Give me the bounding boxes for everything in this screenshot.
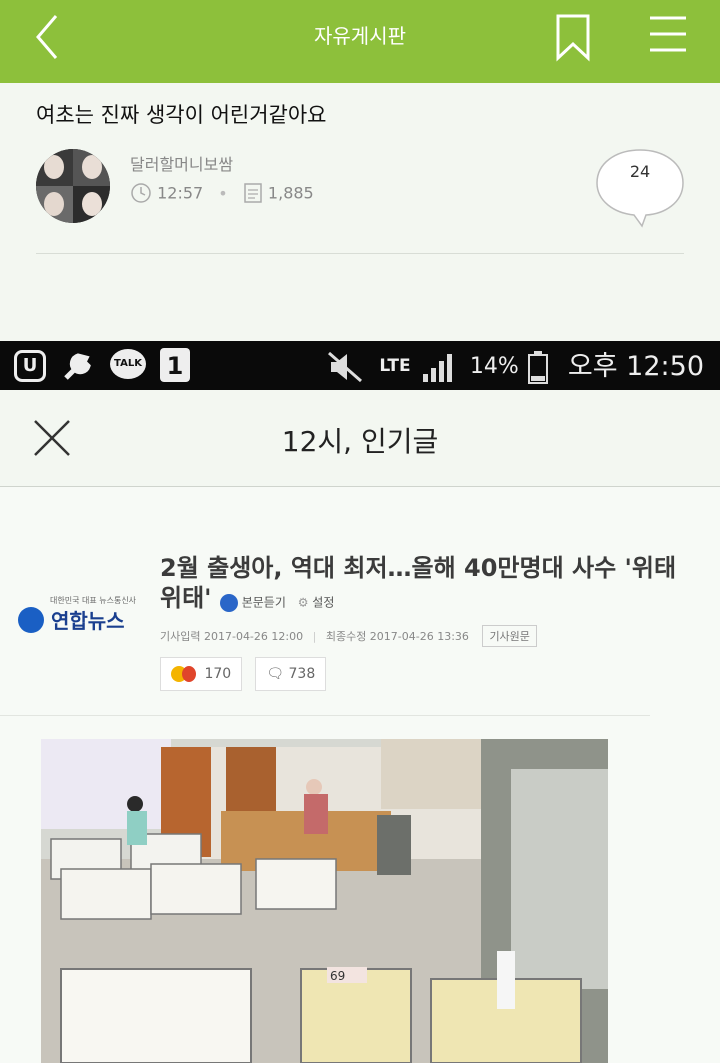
status-time: 오후 12:50 [567, 351, 704, 382]
comment-bubble-icon[interactable] [594, 148, 686, 228]
signal-icon [423, 353, 453, 382]
reaction-count: 170 [204, 666, 232, 682]
avatar[interactable] [36, 149, 110, 223]
speech-bubble-icon: 🗨 [266, 666, 285, 682]
post-header: 여초는 진짜 생각이 어린거같아요 달러할머니보쌈 12:57 • 1,885 … [0, 83, 720, 341]
menu-icon[interactable] [644, 12, 694, 62]
post-title: 여초는 진짜 생각이 어린거같아요 [36, 103, 327, 127]
divider [36, 253, 684, 254]
listen-button[interactable]: 본문듣기 [219, 593, 290, 612]
meta-dot: • [218, 183, 228, 203]
article-comment-count: 738 [288, 666, 316, 682]
mute-icon [327, 351, 362, 382]
article-dates: 기사입력 2017-04-26 12:00 | 최종수정 2017-04-26 … [160, 625, 537, 647]
bookmark-icon[interactable] [548, 12, 598, 62]
nursery-photo[interactable]: 69 [41, 739, 608, 1063]
battery-percent: 14% [469, 354, 519, 379]
u-plus-icon: U [14, 350, 46, 382]
status-bar: U TALK 1 LTE 14% 오후 12:50 [0, 341, 720, 390]
post-meta: 12:57 • 1,885 [130, 182, 314, 206]
status-right: LTE 14% 오후 12:50 [327, 341, 704, 390]
bassinet-number: 69 [330, 969, 345, 983]
app-header: 자유게시판 [0, 0, 720, 83]
network-type: LTE [379, 356, 411, 376]
settings-label: 설정 [312, 595, 335, 610]
comments-button[interactable]: 🗨 738 [255, 657, 327, 691]
wrench-icon [64, 353, 91, 380]
document-icon [244, 183, 262, 203]
yonhap-logo-icon [18, 606, 44, 633]
reaction-button[interactable]: 170 [160, 657, 243, 691]
post-views: 1,885 [267, 183, 314, 203]
speaker-icon [219, 593, 238, 612]
talk-icon: TALK [110, 349, 146, 379]
clock-icon [131, 183, 151, 203]
gear-icon: ⚙ [297, 595, 309, 610]
news-source-name: 연합뉴스 [50, 609, 125, 633]
article-headline: 2월 출생아, 역대 최저…올해 40만명대 사수 '위태위태' 본문듣기 ⚙ … [160, 553, 680, 618]
article-input-date: 기사입력 2017-04-26 12:00 [160, 630, 304, 643]
popular-title: 12시, 인기글 [281, 425, 439, 458]
news-source-logo: 연합뉴스 대한민국 대표 뉴스통신사 [18, 596, 136, 634]
settings-button[interactable]: ⚙ 설정 [297, 595, 335, 610]
author-name[interactable]: 달러할머니보쌈 [130, 151, 233, 175]
one-store-icon: 1 [160, 348, 190, 382]
article-modified-date: 최종수정 2017-04-26 13:36 [325, 630, 469, 643]
popular-header: 12시, 인기글 [0, 390, 720, 487]
board-title: 자유게시판 [314, 24, 406, 48]
angry-emoji-icon [182, 666, 196, 682]
listen-label: 본문듣기 [241, 595, 286, 610]
news-source-tagline: 대한민국 대표 뉴스통신사 [50, 596, 137, 605]
news-article: 연합뉴스 대한민국 대표 뉴스통신사 2월 출생아, 역대 최저…올해 40만명… [0, 487, 720, 1063]
comment-count: 24 [629, 162, 651, 181]
battery-icon [528, 350, 549, 384]
divider [0, 715, 650, 716]
reactions: 170 🗨 738 [160, 657, 334, 691]
original-article-button[interactable]: 기사원문 [482, 625, 537, 647]
post-time: 12:57 [157, 183, 204, 203]
